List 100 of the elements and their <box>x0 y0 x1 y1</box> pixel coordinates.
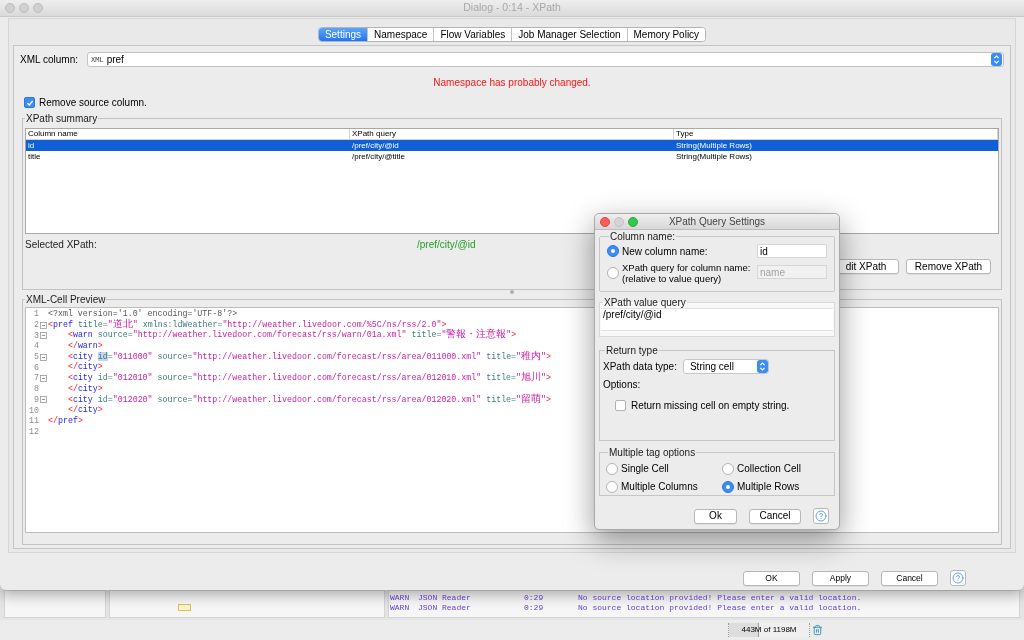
group-title: XML-Cell Preview <box>25 294 107 305</box>
log-message: No source location provided! Please enter a valid location. <box>578 603 863 613</box>
line-number: 11 <box>28 416 39 427</box>
fold-icon[interactable] <box>40 374 47 382</box>
table-cell-text: id <box>27 140 36 151</box>
dialog-title: XPath Query Settings <box>667 215 767 229</box>
ok-button[interactable]: OK <box>743 570 800 586</box>
radio-label: Single Cell <box>621 462 669 476</box>
code-line: </warn> <box>66 341 103 352</box>
minimize-button[interactable] <box>614 216 624 227</box>
trash-icon[interactable] <box>812 624 823 636</box>
memory-bar[interactable]: 443M of 1198M <box>728 623 810 637</box>
code-line: </city> <box>66 362 103 373</box>
help-icon <box>815 510 827 522</box>
stepper-icon <box>756 360 768 373</box>
close-button[interactable] <box>5 3 15 13</box>
table-cell-text: String(Multiple Rows) <box>675 151 754 162</box>
code-line: <pref title="道北" xmlns:ldWeather="http://weather.livedoor.com/%5C/ns/rss/2.0"> <box>48 319 447 330</box>
rectangle-icon <box>178 604 191 611</box>
fold-icon[interactable] <box>40 353 47 361</box>
column-header[interactable]: Type <box>674 129 998 139</box>
fold-icon[interactable] <box>40 321 47 329</box>
code-line: <city id="012010" source="http://weather.livedoor.com/forecast/rss/area/012010.xml" title="旭川"> <box>66 373 552 384</box>
column-header[interactable]: Column name <box>26 129 350 139</box>
radio-button[interactable] <box>606 462 618 475</box>
help-icon <box>952 572 964 584</box>
code-line: </city> <box>66 383 103 395</box>
radio-label: Multiple Columns <box>621 480 698 494</box>
radio-label: XPath query for column name: <box>622 262 752 273</box>
line-number: 12 <box>28 426 39 437</box>
code-line: </city> <box>66 405 103 416</box>
splitter-handle[interactable] <box>510 290 514 294</box>
selected-xpath-value: /pref/city/@id <box>417 238 476 252</box>
line-number: 10 <box>28 405 39 416</box>
log-level: WARN <box>390 593 411 603</box>
checkbox[interactable] <box>615 400 626 411</box>
cancel-button[interactable]: Cancel <box>881 570 938 586</box>
log-message: No source location provided! Please enter a valid location. <box>578 593 863 603</box>
column-header[interactable]: XPath query <box>350 129 674 139</box>
table-cell-text: /pref/city/@id <box>351 140 400 151</box>
window-title: Dialog - 0:14 - XPath <box>462 0 562 16</box>
table-cell-text: title <box>27 151 42 162</box>
code-line: <city id="012020" source="http://weather.livedoor.com/forecast/rss/area/012020.xml" title="留萌"> <box>66 394 552 405</box>
line-number: 7 <box>33 373 39 384</box>
help-button[interactable] <box>813 508 829 524</box>
radio-button[interactable] <box>606 480 618 493</box>
checkbox[interactable] <box>24 97 35 108</box>
apply-button[interactable]: Apply <box>812 570 869 586</box>
line-number: 9 <box>33 394 39 405</box>
log-time: 0:29 <box>524 603 545 613</box>
code-line: <warn source="http://weather.livedoor.com/forecast/rss/warn/01a.xml" title="警報・注意報"> <box>67 330 517 341</box>
table-cell-text: /pref/city/@title <box>351 151 407 162</box>
checkbox-label: Remove source column. <box>39 96 147 110</box>
zoom-button[interactable] <box>33 3 43 13</box>
log-source: JSON Reader <box>418 593 472 603</box>
log-source: JSON Reader <box>418 603 472 613</box>
radio-button[interactable] <box>722 462 734 475</box>
stepper-icon <box>991 53 1002 66</box>
radio-label: Collection Cell <box>737 462 801 476</box>
field-label: XML column: <box>20 53 79 67</box>
radio-note: (relative to value query) <box>622 273 723 284</box>
group-title: XPath summary <box>25 113 99 124</box>
line-number: 8 <box>33 384 39 395</box>
data-type-select[interactable]: String cell <box>682 359 769 374</box>
line-number: 2 <box>33 320 39 331</box>
radio-label: Multiple Rows <box>737 480 800 494</box>
log-level: WARN <box>390 603 411 613</box>
line-number: 6 <box>33 362 39 373</box>
close-button[interactable] <box>600 216 610 227</box>
code-line: <city id="011000" source="http://weather.livedoor.com/forecast/rss/area/011000.xml" title="稚内"> <box>66 351 552 362</box>
field-label: Options: <box>603 378 642 392</box>
group-title: Column name: <box>609 231 677 242</box>
group-title: Return type <box>605 345 659 356</box>
radio-button[interactable] <box>607 245 619 257</box>
table-row[interactable]: id /pref/city/@id String(Multiple Rows) <box>26 140 998 151</box>
line-number: 5 <box>33 352 39 363</box>
field-label: XPath data type: <box>603 360 677 374</box>
radio-button[interactable] <box>722 480 734 493</box>
help-button[interactable] <box>950 570 966 586</box>
remove-button[interactable]: Remove XPath <box>906 259 991 274</box>
table-cell-text: String(Multiple Rows) <box>675 140 754 151</box>
zoom-button[interactable] <box>628 216 638 227</box>
line-number: 4 <box>33 341 39 352</box>
group-title: Multiple tag options <box>608 447 697 458</box>
radio-label: New column name: <box>622 244 709 259</box>
ok-button[interactable]: Ok <box>694 508 737 524</box>
query-field[interactable]: /pref/city/@id <box>601 308 833 331</box>
code-line: <?xml version='1.0' encoding='UTF-8'?> <box>48 309 238 318</box>
log-time: 0:29 <box>524 593 545 603</box>
text-field[interactable]: id <box>757 244 827 258</box>
field-label: Selected XPath: <box>25 238 98 252</box>
line-number: 3 <box>33 330 39 341</box>
warning-message: Namespace has probably changed. <box>432 77 592 88</box>
fold-icon[interactable] <box>40 396 47 404</box>
cancel-button[interactable]: Cancel <box>749 508 801 524</box>
minimize-button[interactable] <box>19 3 29 13</box>
table-row[interactable]: title /pref/city/@title String(Multiple Rows) <box>26 151 998 162</box>
fold-icon[interactable] <box>40 332 47 340</box>
group-title: XPath value query <box>603 297 687 308</box>
code-line: </pref> <box>48 415 83 427</box>
